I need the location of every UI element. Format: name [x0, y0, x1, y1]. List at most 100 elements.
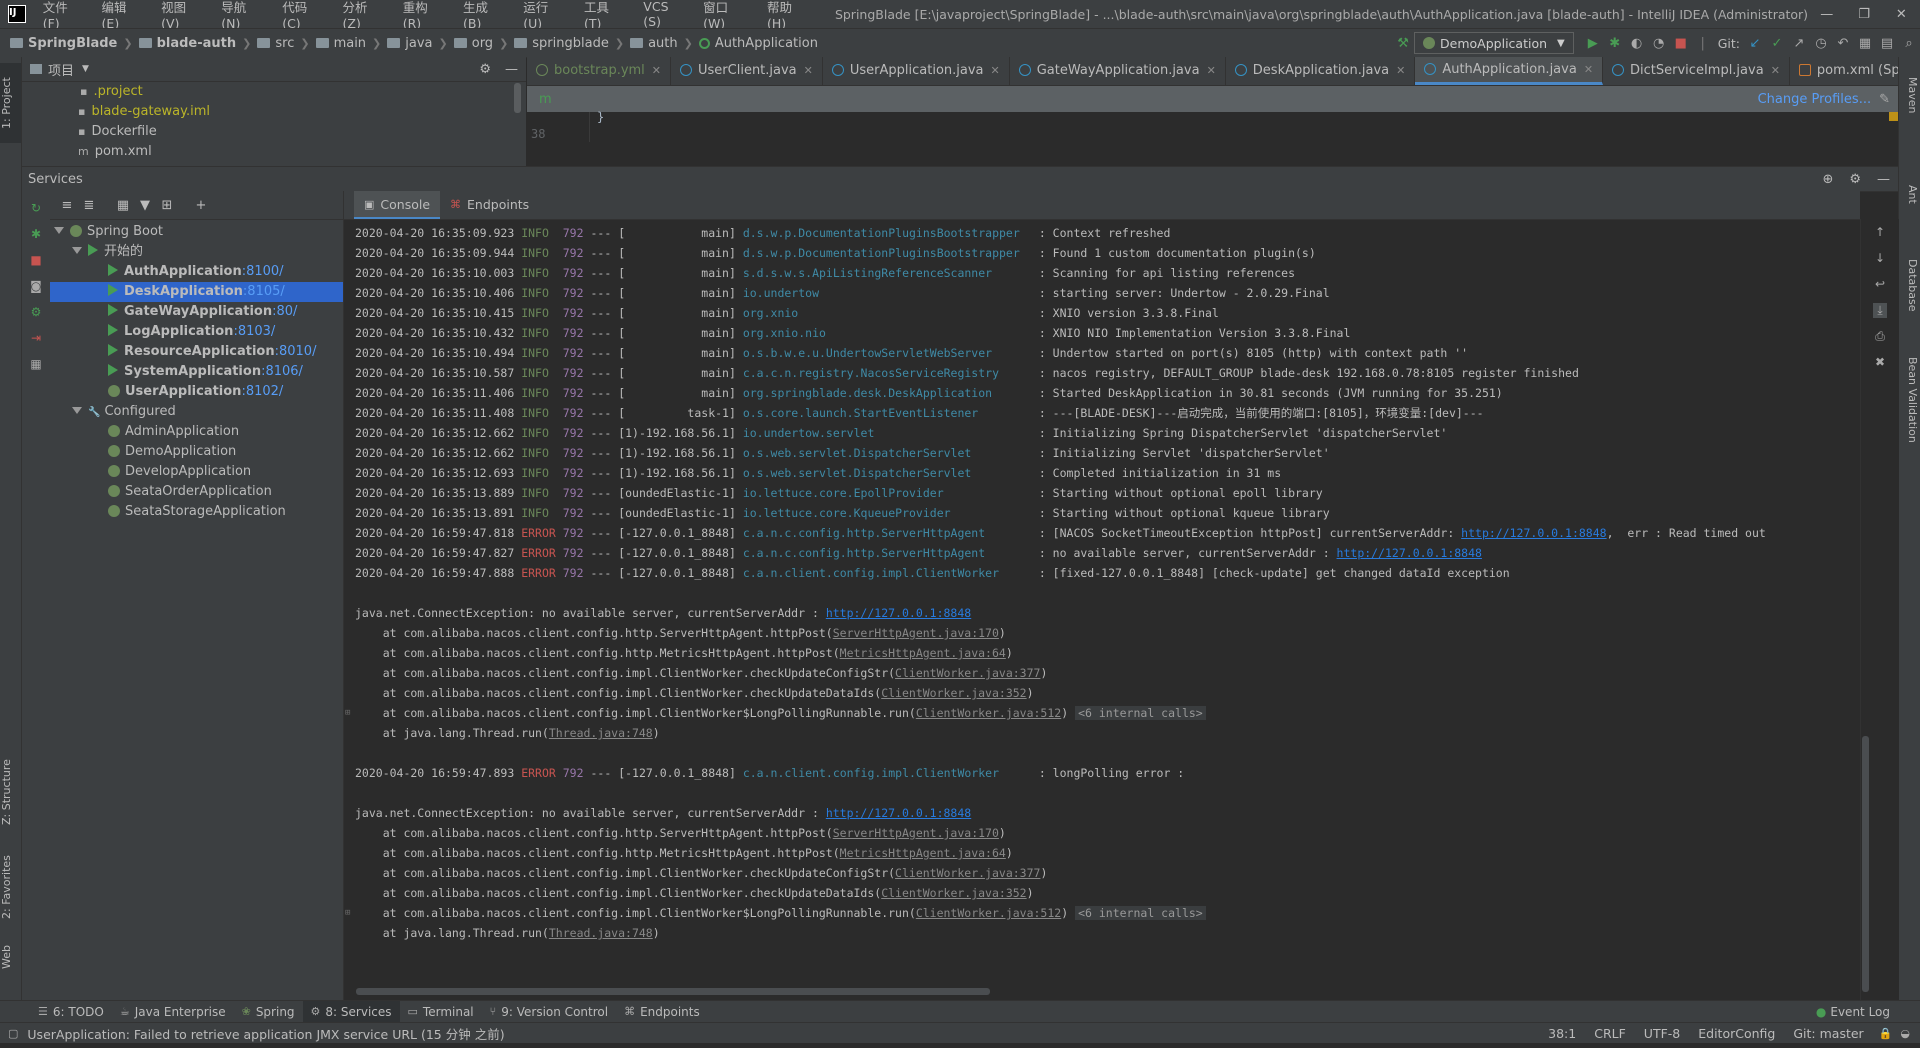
- print-icon[interactable]: ⎙: [1873, 329, 1887, 344]
- app-port-link[interactable]: :8102/: [241, 384, 283, 399]
- editor-tab[interactable]: UserApplication.java ✕: [823, 57, 1010, 85]
- status-message[interactable]: UserApplication: Failed to retrieve appl…: [18, 1024, 513, 1043]
- internal-calls-fold[interactable]: <6 internal calls>: [1075, 706, 1206, 720]
- coverage-icon[interactable]: ◐: [1626, 36, 1648, 51]
- tab-console[interactable]: ▣ Console: [354, 191, 441, 219]
- bottom-tool-tab[interactable]: ❀ Spring: [234, 1001, 303, 1023]
- scroll-to-end-icon[interactable]: ⤓: [1873, 303, 1887, 318]
- tree-node-configured-app[interactable]: DevelopApplication: [50, 462, 343, 482]
- tree-node-configured-app[interactable]: DemoApplication: [50, 442, 343, 462]
- menu-item[interactable]: 视图 (V): [154, 0, 214, 31]
- profile-icon[interactable]: ◔: [1648, 36, 1670, 51]
- close-icon[interactable]: ✕: [1207, 64, 1216, 77]
- tree-node-running-app[interactable]: AuthApplication:8100/: [50, 262, 343, 282]
- warning-marker[interactable]: [1889, 112, 1898, 121]
- deploy-icon[interactable]: ⚙: [29, 305, 43, 319]
- menu-item[interactable]: 编辑 (E): [95, 0, 155, 31]
- expand-all-icon[interactable]: ≡: [56, 198, 78, 213]
- stack-source-link[interactable]: ClientWorker.java:512: [916, 906, 1061, 920]
- trash-icon[interactable]: ✖: [1873, 355, 1887, 369]
- layout-icon[interactable]: ▦: [29, 357, 43, 371]
- log-link[interactable]: http://127.0.0.1:8848: [1337, 546, 1482, 560]
- wrench-icon[interactable]: ✎: [1879, 92, 1890, 107]
- menu-item[interactable]: 生成 (B): [456, 0, 516, 31]
- status-toggle-icon[interactable]: ▢: [8, 1027, 18, 1040]
- tree-node-configured-app[interactable]: SeataOrderApplication: [50, 482, 343, 502]
- horizontal-scrollbar[interactable]: [356, 988, 990, 995]
- close-icon[interactable]: ✕: [1883, 7, 1920, 22]
- app-port-link[interactable]: :8103/: [233, 324, 275, 339]
- close-icon[interactable]: ✕: [1584, 63, 1593, 76]
- project-tree-item[interactable]: m pom.xml: [78, 142, 526, 162]
- structure-tool-tab[interactable]: Z: Structure: [0, 747, 21, 837]
- camera-icon[interactable]: ◙: [29, 279, 43, 293]
- editor-tab[interactable]: DeskApplication.java ✕: [1226, 57, 1416, 85]
- close-icon[interactable]: ✕: [991, 64, 1000, 77]
- git-branch[interactable]: Git: master: [1784, 1026, 1872, 1041]
- menu-item[interactable]: VCS (S): [636, 0, 696, 29]
- build-hammer-icon[interactable]: ⚒: [1392, 36, 1414, 51]
- project-panel-title[interactable]: 项目: [48, 60, 74, 79]
- breadcrumb-item[interactable]: AuthApplication: [695, 36, 822, 51]
- bottom-tool-tab[interactable]: ☰ 6: TODO: [30, 1001, 112, 1023]
- hide-icon[interactable]: —: [1877, 172, 1890, 187]
- editor-tab[interactable]: GateWayApplication.java ✕: [1010, 57, 1226, 85]
- gear-icon[interactable]: ⚙: [479, 62, 491, 77]
- stack-source-link[interactable]: ClientWorker.java:352: [881, 886, 1026, 900]
- stack-source-link[interactable]: ClientWorker.java:377: [895, 866, 1040, 880]
- right-tool-tab[interactable]: Maven: [1901, 77, 1919, 113]
- up-arrow-icon[interactable]: ↑: [1873, 225, 1887, 239]
- down-arrow-icon[interactable]: ↓: [1873, 251, 1887, 265]
- internal-calls-fold[interactable]: <6 internal calls>: [1075, 906, 1206, 920]
- new-tab-icon[interactable]: ⊞: [156, 198, 178, 213]
- group-by-icon[interactable]: ▦: [112, 198, 134, 213]
- right-tool-tab[interactable]: Ant: [1901, 185, 1919, 204]
- event-log-button[interactable]: Event Log: [1830, 1005, 1890, 1019]
- stack-source-link[interactable]: Thread.java:748: [549, 926, 653, 940]
- soft-wrap-icon[interactable]: ↩: [1873, 277, 1887, 291]
- stack-source-link[interactable]: MetricsHttpAgent.java:64: [840, 846, 1006, 860]
- line-separator[interactable]: CRLF: [1585, 1026, 1635, 1041]
- stack-source-link[interactable]: ServerHttpAgent.java:170: [833, 626, 999, 640]
- minimize-icon[interactable]: —: [1808, 7, 1845, 22]
- rollback-icon[interactable]: ↶: [1832, 36, 1854, 51]
- close-icon[interactable]: ✕: [652, 64, 661, 77]
- tab-endpoints[interactable]: ⌘ Endpoints: [440, 191, 539, 219]
- project-tree-item[interactable]: ▪ blade-gateway.iml: [78, 102, 526, 122]
- breadcrumb-item[interactable]: SpringBlade: [6, 36, 121, 51]
- run-configuration-select[interactable]: DemoApplication ▼: [1414, 32, 1574, 54]
- breadcrumb-item[interactable]: main: [312, 36, 370, 51]
- tree-node-spring-boot[interactable]: Spring Boot: [50, 222, 343, 242]
- breadcrumb-item[interactable]: java: [383, 36, 436, 51]
- tree-node-configured-app[interactable]: SeataStorageApplication: [50, 502, 343, 522]
- sdk-icon[interactable]: ▤: [1876, 36, 1898, 51]
- breadcrumb-item[interactable]: springblade: [510, 36, 613, 51]
- bottom-tool-tab[interactable]: ▭ Terminal: [400, 1001, 482, 1023]
- tree-node-running-app[interactable]: ResourceApplication:8010/: [50, 342, 343, 362]
- expand-arrow-icon[interactable]: [72, 407, 82, 414]
- add-icon[interactable]: +: [190, 198, 212, 213]
- stop-icon[interactable]: ■: [1670, 36, 1692, 51]
- editor-tab[interactable]: bootstrap.yml ✕: [527, 57, 672, 85]
- tree-node-running-app[interactable]: SystemApplication:8106/: [50, 362, 343, 382]
- filter-icon[interactable]: ▼: [134, 198, 156, 213]
- crosshair-icon[interactable]: ⊕: [1822, 172, 1833, 187]
- tree-node-running-app[interactable]: GateWayApplication:80/: [50, 302, 343, 322]
- project-scrollbar[interactable]: [514, 83, 521, 113]
- breadcrumb-item[interactable]: auth: [626, 36, 682, 51]
- git-update-icon[interactable]: ↙: [1744, 36, 1766, 51]
- right-tool-tab[interactable]: Bean Validation: [1901, 357, 1919, 443]
- git-push-icon[interactable]: ↗: [1788, 36, 1810, 51]
- git-commit-icon[interactable]: ✓: [1766, 36, 1788, 51]
- stop-icon[interactable]: ■: [29, 253, 43, 267]
- tree-node-running-app[interactable]: UserApplication:8102/: [50, 382, 343, 402]
- favorites-tool-tab[interactable]: 2: Favorites: [0, 847, 21, 927]
- console-output[interactable]: 2020-04-20 16:35:09.923 INFO 792 --- [ m…: [345, 223, 1845, 943]
- menu-item[interactable]: 帮助 (H): [760, 0, 821, 31]
- editor-tab[interactable]: UserClient.java ✕: [671, 57, 823, 85]
- debug-icon[interactable]: ✱: [29, 227, 43, 241]
- tree-node-configured-app[interactable]: AdminApplication: [50, 422, 343, 442]
- project-tree-item[interactable]: ▪ .project: [80, 82, 526, 102]
- change-profiles-link[interactable]: Change Profiles...: [1758, 92, 1872, 107]
- app-port-link[interactable]: :8100/: [242, 264, 284, 279]
